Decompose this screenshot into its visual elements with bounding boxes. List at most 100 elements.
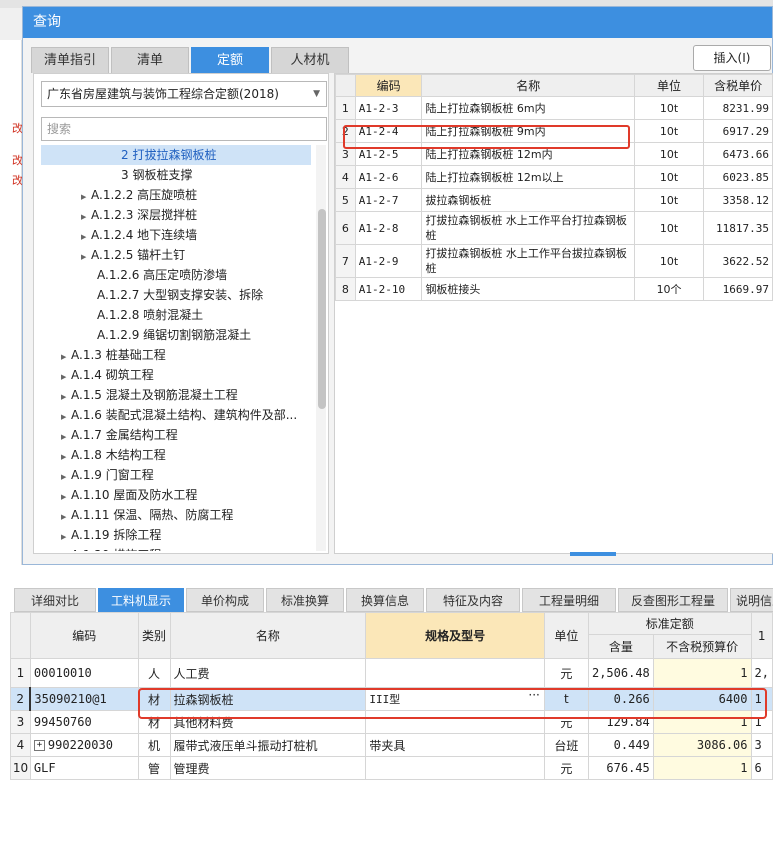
quantity-cell[interactable]: 0.449 [587,733,654,757]
tab-bill[interactable]: 清单 [111,47,189,73]
column-header-name[interactable]: 名称 [421,74,635,97]
column-header-name[interactable]: 名称 [169,612,367,659]
table-row[interactable]: 2 35090210@1 材拉森钢板桩 III型 ··· t 0.266 6400 1 [10,687,773,711]
spec-cell[interactable]: 带夹具 [365,733,545,757]
tree-item[interactable]: ▶ A.1.2.4 地下连续墙 [41,225,311,245]
insert-button[interactable]: 插入(I) [693,45,771,71]
caret-right-icon[interactable]: ▶ [81,227,91,245]
tree-item[interactable]: ▶ A.1.2.5 锚杆土钉 [41,245,311,265]
tab-standard-conversion[interactable]: 标准换算 [266,588,344,612]
spec-cell[interactable] [365,658,545,688]
extra-cell: 1 [750,710,773,734]
tree-scrollbar[interactable] [316,145,326,551]
caret-right-icon[interactable]: ▶ [81,247,91,265]
caret-right-icon[interactable]: ▶ [61,427,71,445]
expand-icon[interactable]: + [33,740,45,751]
table-row[interactable]: 10 GLF 管管理费 元 676.45 1 6 [10,756,773,780]
tree-item[interactable]: A.1.2.7 大型钢支撑安装、拆除 [41,285,311,305]
tab-unit-price[interactable]: 单价构成 [186,588,264,612]
table-row[interactable]: 5 A1-2-7 拔拉森钢板桩 10t 3358.12 [335,188,773,212]
tree-item[interactable]: 2 打拔拉森钢板桩 [41,145,311,165]
table-row[interactable]: 6 A1-2-8 打拔拉森钢板桩 水上工作平台打拉森钢板桩 10t 11817.35 [335,211,773,245]
tree-item[interactable]: ▶ A.1.3 桩基础工程 [41,345,311,365]
tree-item[interactable]: ▶ A.1.19 拆除工程 [41,525,311,545]
tab-graphic-quantity[interactable]: 反查图形工程量 [618,588,728,612]
tab-quota[interactable]: 定额 [191,47,269,73]
tab-labor-material-machine[interactable]: 人材机 [271,47,349,73]
caret-right-icon[interactable]: ▶ [81,207,91,225]
budget-price-cell[interactable]: 6400 [652,687,752,711]
caret-right-icon[interactable]: ▶ [61,407,71,425]
spec-cell[interactable]: III型 ··· [365,687,545,711]
column-header-budget-price[interactable]: 不含税预算价 [652,634,752,659]
tab-conversion-info[interactable]: 换算信息 [346,588,424,612]
caret-right-icon[interactable]: ▶ [61,527,71,545]
column-header-spec[interactable]: 规格及型号 [365,612,545,659]
column-header-code[interactable]: 编码 [29,612,139,659]
caret-right-icon[interactable]: ▶ [61,367,71,385]
caret-right-icon[interactable]: ▶ [61,487,71,505]
column-header-unit[interactable]: 单位 [543,612,589,659]
tree-item[interactable]: ▶ A.1.4 砌筑工程 [41,365,311,385]
tree-item[interactable]: ▶ A.1.5 混凝土及钢筋混凝土工程 [41,385,311,405]
quota-book-select[interactable]: 广东省房屋建筑与装饰工程综合定额(2018) ▼ [41,81,327,107]
budget-price-cell[interactable]: 1 [652,756,752,780]
tab-features[interactable]: 特征及内容 [426,588,520,612]
splitter-handle[interactable] [570,552,616,556]
spec-cell[interactable] [365,756,545,780]
budget-price-cell[interactable]: 3086.06 [652,733,752,757]
name-cell: 打拔拉森钢板桩 水上工作平台打拉森钢板桩 [421,211,635,245]
tree-item[interactable]: ▶ A.1.2.2 高压旋喷桩 [41,185,311,205]
more-icon[interactable]: ··· [528,689,539,703]
tab-material-display[interactable]: 工料机显示 [98,588,184,612]
caret-right-icon[interactable]: ▶ [61,347,71,365]
caret-right-icon[interactable]: ▶ [61,507,71,525]
code-text: 990220030 [47,738,113,752]
column-header-unit[interactable]: 单位 [633,74,705,97]
tree-item[interactable]: A.1.2.9 绳锯切割钢筋混凝土 [41,325,311,345]
table-row[interactable]: 4 A1-2-6 陆上打拉森钢板桩 12m以上 10t 6023.85 [335,165,773,189]
budget-price-cell[interactable]: 1 [652,710,752,734]
column-header-type[interactable]: 类别 [137,612,171,659]
code-cell: 00010010 [29,658,139,688]
tab-detail-compare[interactable]: 详细对比 [14,588,96,612]
quantity-cell[interactable]: 129.84 [587,710,654,734]
table-row[interactable]: 1 00010010 人人工费元 2,506.48 1 2, [10,658,773,688]
tree-item[interactable]: A.1.2.6 高压定喷防渗墙 [41,265,311,285]
tree-item[interactable]: ▶ A.1.8 木结构工程 [41,445,311,465]
caret-right-icon[interactable]: ▶ [81,187,91,205]
tree-item[interactable]: ▶A.1.20 措施工程 [41,545,311,551]
tree-item[interactable]: 3 钢板桩支撑 [41,165,311,185]
tree-item[interactable]: ▶ A.1.2.3 深层搅拌桩 [41,205,311,225]
caret-right-icon[interactable]: ▶ [61,387,71,405]
column-header-code[interactable]: 编码 [354,74,423,97]
tree-item[interactable]: ▶ A.1.7 金属结构工程 [41,425,311,445]
column-header-quantity[interactable]: 含量 [587,634,654,659]
tab-description[interactable]: 说明信息 [730,588,773,612]
caret-right-icon[interactable]: ▶ [61,447,71,465]
table-row[interactable]: 1 A1-2-3 陆上打拉森钢板桩 6m内 10t 8231.99 [335,96,773,120]
caret-right-icon[interactable]: ▶ [61,547,71,551]
table-row[interactable]: 3 A1-2-5 陆上打拉森钢板桩 12m内 10t 6473.66 [335,142,773,166]
tree-item[interactable]: ▶ A.1.10 屋面及防水工程 [41,485,311,505]
tree-item[interactable]: A.1.2.8 喷射混凝土 [41,305,311,325]
tree-item[interactable]: ▶ A.1.9 门窗工程 [41,465,311,485]
table-row[interactable]: 2 A1-2-4 陆上打拉森钢板桩 9m内 10t 6917.29 [335,119,773,143]
tab-quantity-detail[interactable]: 工程量明细 [522,588,616,612]
column-header-price[interactable]: 含税单价 [703,74,773,97]
search-input[interactable]: 搜索 [41,117,327,141]
table-row[interactable]: 8 A1-2-10 钢板桩接头 10个 1669.97 [335,277,773,301]
tree-item[interactable]: ▶ A.1.11 保温、隔热、防腐工程 [41,505,311,525]
quantity-cell[interactable]: 0.266 [587,687,654,711]
tree-item[interactable]: ▶ A.1.6 装配式混凝土结构、建筑构件及部... [41,405,311,425]
spec-cell[interactable] [365,710,545,734]
budget-price-cell[interactable]: 1 [652,658,752,688]
table-row[interactable]: 4 +990220030 机履带式液压单斗振动打桩机 带夹具 台班 0.449 3086.0… [10,733,773,757]
quantity-cell[interactable]: 2,506.48 [587,658,654,688]
tab-bill-guide[interactable]: 清单指引 [31,47,109,73]
scrollbar-thumb[interactable] [318,209,326,409]
table-row[interactable]: 3 99450760 材其他材料费元 129.84 1 1 [10,710,773,734]
caret-right-icon[interactable]: ▶ [61,467,71,485]
quantity-cell[interactable]: 676.45 [587,756,654,780]
table-row[interactable]: 7 A1-2-9 打拔拉森钢板桩 水上工作平台拔拉森钢板桩 10t 3622.52 [335,244,773,278]
